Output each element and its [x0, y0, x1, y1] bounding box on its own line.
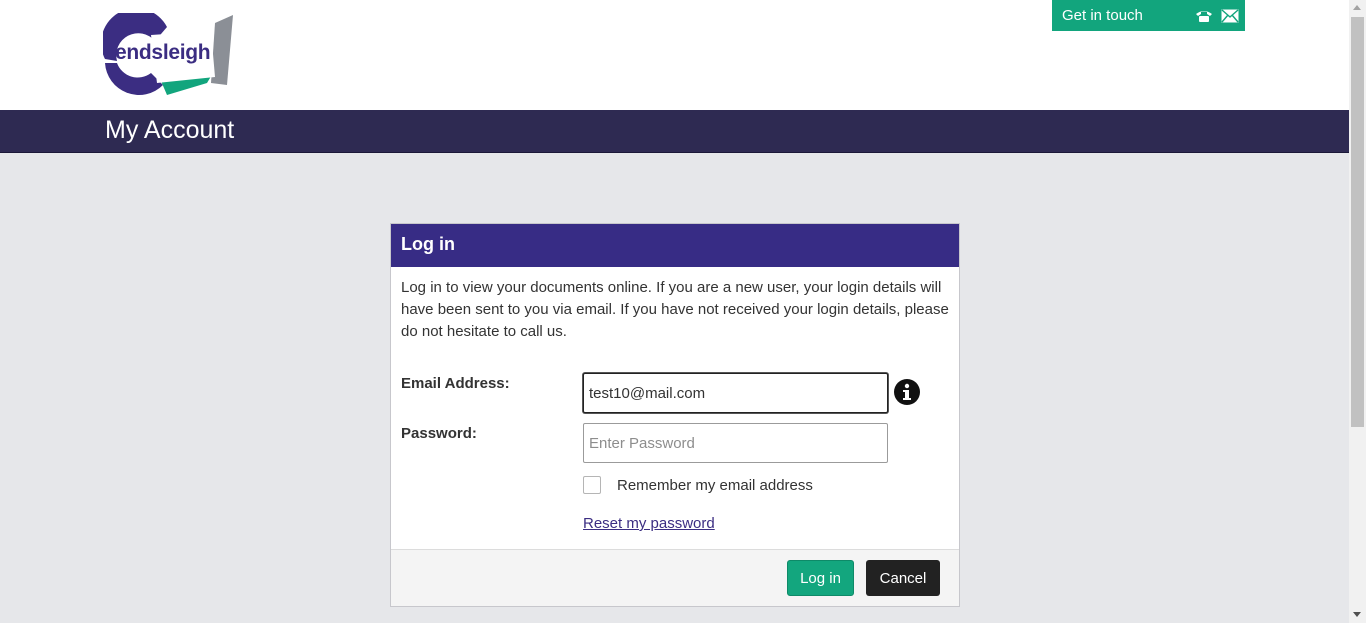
- remember-email-checkbox[interactable]: [583, 476, 601, 494]
- page-title: My Account: [105, 116, 235, 144]
- login-heading: Log in: [391, 224, 959, 267]
- login-panel: Log in Log in to view your documents onl…: [390, 223, 960, 607]
- remember-email-label[interactable]: Remember my email address: [617, 477, 813, 494]
- login-button[interactable]: Log in: [787, 560, 854, 596]
- page-title-bar: My Account: [0, 110, 1349, 153]
- get-in-touch-button[interactable]: Get in touch: [1052, 0, 1245, 31]
- scroll-up-arrow-icon[interactable]: [1353, 5, 1361, 10]
- remember-email-option[interactable]: Remember my email address: [583, 476, 813, 494]
- login-intro-text: Log in to view your documents online. If…: [401, 279, 949, 340]
- scrollbar-thumb[interactable]: [1351, 17, 1364, 427]
- endsleigh-logo[interactable]: endsleigh: [103, 13, 235, 97]
- email-label: Email Address:: [401, 375, 510, 392]
- logo-text: endsleigh: [115, 41, 211, 64]
- email-field[interactable]: [583, 373, 888, 413]
- reset-password-link[interactable]: Reset my password: [583, 515, 715, 532]
- login-actions: Log in Cancel: [391, 549, 959, 606]
- phone-icon[interactable]: [1193, 6, 1215, 26]
- password-label: Password:: [401, 425, 477, 442]
- info-icon[interactable]: [894, 379, 920, 405]
- get-in-touch-label: Get in touch: [1062, 7, 1143, 24]
- scroll-down-arrow-icon[interactable]: [1353, 612, 1361, 617]
- mail-icon[interactable]: [1219, 6, 1241, 26]
- password-field[interactable]: [583, 423, 888, 463]
- cancel-button[interactable]: Cancel: [866, 560, 940, 596]
- site-header: endsleigh Get in touch: [0, 0, 1349, 110]
- vertical-scrollbar[interactable]: [1349, 0, 1366, 623]
